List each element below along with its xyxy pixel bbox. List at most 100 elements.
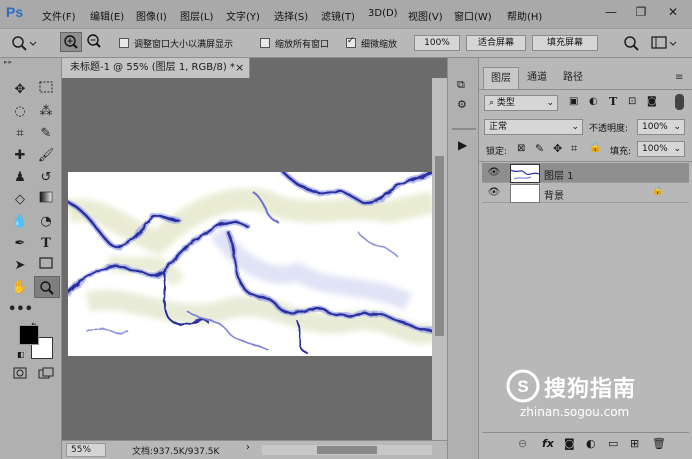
- restore-button[interactable]: ❐: [628, 3, 654, 21]
- horizontal-scrollbar[interactable]: [262, 445, 432, 455]
- screen-mode-icon[interactable]: [34, 366, 58, 386]
- document-size-status: 文档:937.5K/937.5K: [132, 447, 220, 457]
- lock-move-icon[interactable]: ✥: [553, 142, 562, 155]
- eye-icon[interactable]: 👁: [487, 167, 501, 178]
- menu-window[interactable]: 窗口(W): [454, 8, 492, 23]
- magnifier-icon: [12, 36, 37, 51]
- filter-shape-icon[interactable]: ⊡: [628, 96, 636, 107]
- new-layer-icon[interactable]: ⊞: [630, 437, 639, 450]
- trash-icon[interactable]: 🗑: [652, 437, 666, 450]
- toolbar-grip[interactable]: ▸▸: [4, 59, 58, 66]
- menu-file[interactable]: 文件(F): [42, 8, 76, 23]
- zoom-tool-preset[interactable]: [8, 34, 38, 52]
- clone-stamp-icon[interactable]: ♟: [8, 168, 32, 188]
- filter-type-icon[interactable]: T: [609, 95, 617, 108]
- layer-row-layer1[interactable]: 👁 图层 1: [482, 163, 689, 183]
- menu-help[interactable]: 帮助(H): [507, 8, 542, 23]
- zoom-value-field[interactable]: 100%: [414, 35, 460, 51]
- pen-tool-icon[interactable]: ✒: [8, 234, 32, 254]
- hand-tool-icon[interactable]: ✋: [8, 278, 32, 298]
- type-tool-icon[interactable]: T: [34, 234, 58, 254]
- menu-view[interactable]: 视图(V): [408, 8, 443, 23]
- rectangle-tool-icon[interactable]: [34, 256, 58, 276]
- gradient-tool-icon[interactable]: [34, 190, 58, 210]
- foreground-color-swatch[interactable]: [19, 325, 39, 345]
- blur-tool-icon[interactable]: 💧: [8, 212, 32, 232]
- filter-pixel-icon[interactable]: ▣: [569, 96, 578, 107]
- fill-field[interactable]: 100% ⌄: [637, 141, 685, 157]
- menu-edit[interactable]: 编辑(E): [90, 8, 124, 23]
- vertical-scroll-thumb[interactable]: [435, 156, 444, 336]
- play-action-icon[interactable]: ▶: [458, 138, 472, 152]
- menu-image[interactable]: 图像(I): [136, 8, 167, 23]
- opacity-field[interactable]: 100% ⌄: [637, 119, 685, 135]
- lock-icon: 🔒: [652, 186, 664, 196]
- layers-bottom-bar: ⊖ fx ◙ ◐ ▭ ⊞ 🗑: [482, 432, 689, 457]
- zoom-all-checkbox[interactable]: [260, 38, 270, 48]
- lock-artboard-icon[interactable]: ⌗: [571, 142, 577, 156]
- fit-screen-button[interactable]: 适合屏幕: [466, 35, 526, 51]
- layer1-name: 图层 1: [544, 171, 574, 182]
- close-button[interactable]: ✕: [660, 3, 686, 21]
- eyedropper-icon[interactable]: ✎: [34, 124, 58, 144]
- crop-tool-icon[interactable]: ⌗: [8, 124, 32, 144]
- brush-tool-icon[interactable]: 🖌: [34, 146, 58, 166]
- zoom-in-button[interactable]: [60, 32, 82, 52]
- menu-filter[interactable]: 滤镜(T): [321, 8, 355, 23]
- eye-icon[interactable]: 👁: [487, 187, 501, 198]
- history-panel-icon[interactable]: ⧉: [457, 78, 471, 92]
- tab-channels[interactable]: 通道: [519, 67, 555, 89]
- status-bar: 55% 文档:937.5K/937.5K ›: [62, 440, 447, 459]
- document-close-icon[interactable]: ×: [235, 58, 244, 78]
- filter-toggle[interactable]: [675, 94, 684, 110]
- fill-screen-button[interactable]: 填充屏幕: [532, 35, 598, 51]
- move-tool-icon[interactable]: ✥: [8, 80, 32, 100]
- default-colors-icon[interactable]: ◧: [17, 350, 27, 360]
- vertical-scrollbar[interactable]: [432, 78, 447, 440]
- magic-wand-icon[interactable]: ⁂: [34, 102, 58, 122]
- tab-paths[interactable]: 路径: [555, 67, 591, 89]
- panel-divider: [452, 128, 476, 130]
- history-brush-icon[interactable]: ↺: [34, 168, 58, 188]
- lock-transparent-icon[interactable]: ⊠: [517, 143, 525, 154]
- group-icon[interactable]: ▭: [608, 437, 618, 450]
- menu-3d[interactable]: 3D(D): [368, 8, 398, 19]
- workspace-button[interactable]: [650, 34, 680, 52]
- status-arrow-icon[interactable]: ›: [246, 442, 250, 453]
- mask-icon[interactable]: ◙: [564, 437, 575, 450]
- zoom-tool-icon[interactable]: [34, 276, 60, 298]
- document-canvas[interactable]: [68, 172, 433, 356]
- quick-mask-icon[interactable]: [8, 366, 32, 386]
- more-tools-icon[interactable]: •••: [8, 300, 33, 320]
- properties-panel-icon[interactable]: ⚙: [457, 98, 471, 112]
- resize-windows-checkbox[interactable]: [119, 38, 129, 48]
- marquee-tool-icon[interactable]: [34, 80, 58, 100]
- blend-mode-select[interactable]: 正常 ⌄: [484, 119, 583, 135]
- fx-icon[interactable]: fx: [542, 437, 554, 450]
- panel-menu-icon[interactable]: ≡: [675, 72, 683, 83]
- tab-layers[interactable]: 图层: [483, 67, 519, 89]
- menu-layer[interactable]: 图层(L): [180, 8, 213, 23]
- link-icon[interactable]: ⊖: [518, 437, 527, 450]
- adjustment-icon[interactable]: ◐: [586, 437, 596, 450]
- filter-adjustment-icon[interactable]: ◐: [589, 96, 598, 107]
- horizontal-scroll-thumb[interactable]: [317, 446, 377, 454]
- lock-all-icon[interactable]: 🔒: [589, 142, 601, 153]
- search-button[interactable]: [622, 34, 640, 52]
- dodge-tool-icon[interactable]: ◔: [34, 212, 58, 232]
- scrubby-zoom-checkbox[interactable]: [346, 36, 356, 48]
- healing-brush-icon[interactable]: ✚: [8, 146, 32, 166]
- path-selection-icon[interactable]: ➤: [8, 256, 32, 276]
- eraser-tool-icon[interactable]: ◇: [8, 190, 32, 210]
- layer-filter-select[interactable]: ⌕ 类型 ⌄: [484, 95, 558, 111]
- lasso-tool-icon[interactable]: ◌: [8, 102, 32, 122]
- menu-type[interactable]: 文字(Y): [226, 8, 260, 23]
- lock-paint-icon[interactable]: ✎: [535, 142, 544, 155]
- layer-row-background[interactable]: 👁 背景 🔒: [482, 183, 689, 203]
- minimize-button[interactable]: —: [598, 3, 624, 21]
- zoom-status-field[interactable]: 55%: [66, 443, 106, 457]
- filter-smart-icon[interactable]: ◙: [647, 96, 657, 107]
- document-tab[interactable]: 未标题-1 @ 55% (图层 1, RGB/8) * ×: [62, 58, 250, 78]
- menu-select[interactable]: 选择(S): [274, 8, 308, 23]
- zoom-out-button[interactable]: [84, 32, 106, 52]
